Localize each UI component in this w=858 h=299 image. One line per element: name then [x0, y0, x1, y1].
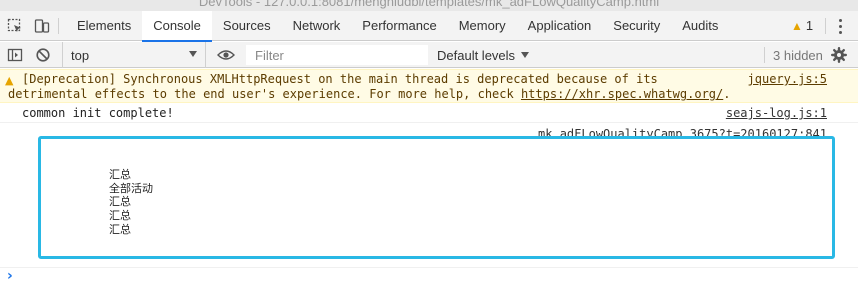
toolbar-separator — [764, 47, 765, 63]
deprecation-warning-message: ▲ [Deprecation] Synchronous XMLHttpReque… — [0, 69, 858, 103]
device-toolbar-icon[interactable] — [34, 18, 50, 34]
highlighted-output-box: 汇总 全部活动 汇总 汇总 汇总 — [38, 136, 835, 259]
tab-sources[interactable]: Sources — [212, 11, 282, 41]
dropdown-arrow-icon — [189, 51, 197, 57]
output-lines: 汇总 全部活动 汇总 汇总 汇总 — [109, 168, 153, 237]
log-message: common init complete! seajs-log.js:1 — [0, 104, 858, 123]
warning-text-line2: detrimental effects to the end user's ex… — [8, 87, 730, 101]
tab-performance[interactable]: Performance — [351, 11, 447, 41]
panel-tabs: Elements Console Sources Network Perform… — [66, 11, 729, 42]
tabbar-separator — [58, 18, 59, 34]
output-line: 汇总 — [109, 222, 131, 236]
more-options-icon[interactable] — [839, 18, 843, 34]
warning-count-badge[interactable]: ▲ 1 — [791, 11, 813, 41]
log-message-text: common init complete! — [22, 106, 174, 120]
log-levels-dropdown[interactable]: Default levels — [437, 48, 530, 63]
gear-icon[interactable] — [831, 47, 847, 63]
console-toolbar: top Default levels 3 hidden — [0, 42, 858, 68]
warning-text-line2-prefix: detrimental effects to the end user's ex… — [8, 87, 521, 101]
context-selector[interactable]: top — [62, 42, 206, 68]
warning-triangle-icon: ▲ — [5, 74, 14, 87]
output-line: 汇总 — [109, 195, 131, 209]
output-line: 汇总 — [109, 209, 131, 223]
tab-console[interactable]: Console — [142, 11, 212, 42]
context-value: top — [71, 48, 90, 63]
warning-text-line1: [Deprecation] Synchronous XMLHttpRequest… — [22, 72, 658, 86]
hidden-messages-count: 3 hidden — [773, 48, 823, 63]
warning-count: 1 — [805, 18, 814, 33]
tab-network[interactable]: Network — [282, 11, 352, 41]
tab-application[interactable]: Application — [517, 11, 603, 41]
console-messages: ▲ [Deprecation] Synchronous XMLHttpReque… — [0, 69, 858, 299]
warning-text-line2-suffix: . — [723, 87, 731, 101]
xhr-spec-link[interactable]: https://xhr.spec.whatwg.org/ — [521, 87, 723, 101]
window-title: DevTools - 127.0.0.1:8081/mengniudbi/tem… — [198, 0, 660, 9]
window-titlebar: DevTools - 127.0.0.1:8081/mengniudbi/tem… — [0, 0, 858, 11]
warning-triangle-icon: ▲ — [791, 19, 803, 33]
log-output-message: mk_adFLowQualityCamp.3675?t=20160127:841… — [0, 124, 858, 268]
filter-input[interactable] — [246, 45, 428, 65]
output-line: 汇总 — [109, 168, 131, 181]
tab-elements[interactable]: Elements — [66, 11, 142, 41]
console-prompt-chevron-icon[interactable]: › — [7, 268, 13, 284]
clear-console-icon[interactable] — [35, 47, 51, 63]
output-line: 全部活动 — [109, 181, 153, 195]
devtools-tabbar: Elements Console Sources Network Perform… — [0, 11, 858, 42]
warning-source-link[interactable]: jquery.js:5 — [748, 72, 827, 86]
log-levels-label: Default levels — [437, 48, 516, 63]
dropdown-arrow-icon — [521, 52, 530, 58]
log-source-link[interactable]: seajs-log.js:1 — [726, 106, 827, 120]
tabbar-separator — [825, 18, 826, 34]
live-expression-eye-icon[interactable] — [217, 48, 235, 62]
inspect-element-icon[interactable] — [7, 18, 23, 34]
tab-memory[interactable]: Memory — [448, 11, 517, 41]
tab-audits[interactable]: Audits — [671, 11, 729, 41]
sidebar-toggle-icon[interactable] — [7, 47, 23, 63]
tab-security[interactable]: Security — [602, 11, 671, 41]
